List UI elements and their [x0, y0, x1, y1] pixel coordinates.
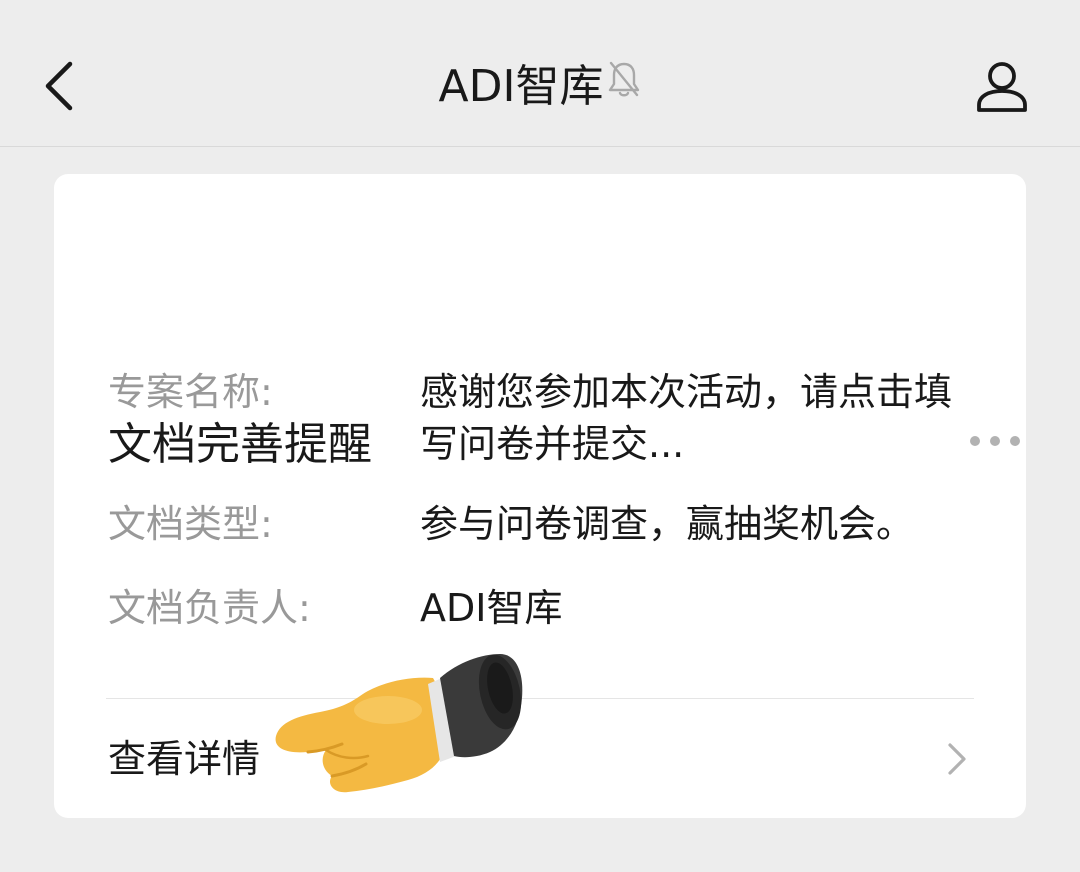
- card-title: 文档完善提醒: [108, 419, 372, 470]
- ellipsis-icon: [990, 436, 1000, 446]
- project-name-label: 专案名称:: [108, 370, 273, 414]
- profile-button[interactable]: [972, 58, 1032, 116]
- document-owner-label: 文档负责人:: [108, 586, 311, 630]
- project-name-value: 感谢您参加本次活动，请点击填写问卷并提交...: [420, 370, 953, 466]
- person-icon: [977, 62, 1027, 112]
- view-details-row[interactable]: 查看详情: [54, 699, 1026, 818]
- ellipsis-icon: [1010, 436, 1020, 446]
- document-owner-value: ADI智库: [420, 586, 563, 630]
- chevron-right-icon: [948, 743, 966, 775]
- view-details-label: 查看详情: [108, 737, 261, 781]
- nav-title-group: ADI智库: [0, 58, 1080, 118]
- nav-title: ADI智库: [438, 61, 604, 112]
- nav-bar: ADI智库: [0, 0, 1080, 147]
- pointing-hand-emoji: [275, 654, 523, 793]
- document-type-value: 参与问卷调查，赢抽奖机会。: [420, 502, 915, 546]
- bell-off-icon: [607, 56, 641, 114]
- document-type-label: 文档类型:: [108, 502, 273, 546]
